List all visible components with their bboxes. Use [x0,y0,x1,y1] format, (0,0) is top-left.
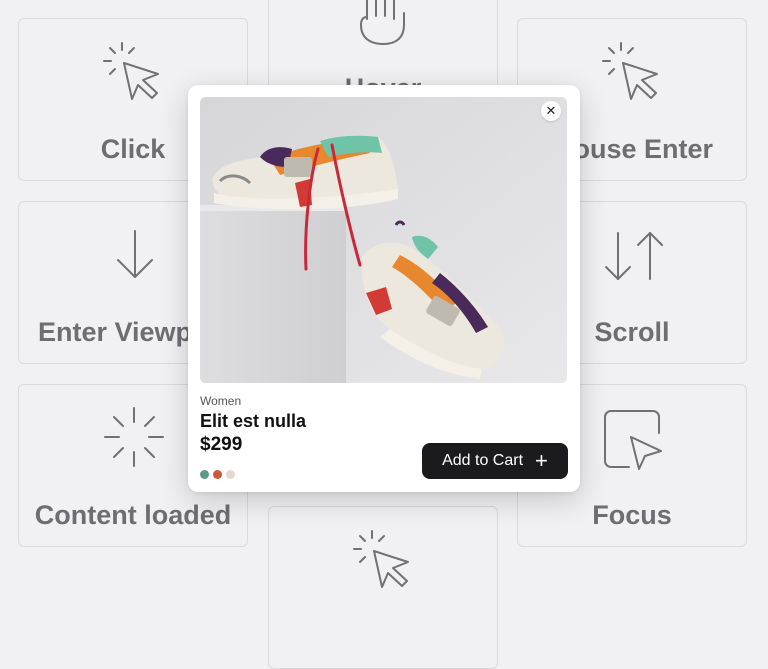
trigger-label: Focus [592,500,672,530]
trigger-label: Content loaded [34,500,232,530]
color-swatch[interactable] [200,470,209,479]
scroll-arrows-icon [605,232,663,280]
product-photo [200,97,567,383]
focus-cursor-icon [604,410,662,470]
plus-icon: + [535,448,548,473]
close-icon: ✕ [545,103,557,118]
close-button[interactable]: ✕ [541,101,561,121]
cursor-click-icon [353,530,409,588]
product-name: Elit est nulla [200,411,307,431]
hand-pointer-icon [360,0,405,45]
product-image: ✕ [200,97,567,383]
arrow-down-icon [117,230,153,278]
product-category: Women [200,394,242,408]
color-swatch[interactable] [213,470,222,479]
color-swatches [200,470,235,479]
trigger-card[interactable] [268,506,498,669]
color-swatch[interactable] [226,470,235,479]
loading-spinner-icon [104,407,164,467]
cursor-click-icon [602,42,658,100]
add-to-cart-button[interactable]: Add to Cart + [422,443,568,479]
cursor-click-icon [103,42,159,100]
product-card-modal: ✕ Women Elit est nulla $299 Add to Cart … [188,85,580,492]
product-price: $299 [200,434,243,455]
add-to-cart-label: Add to Cart [442,452,524,469]
